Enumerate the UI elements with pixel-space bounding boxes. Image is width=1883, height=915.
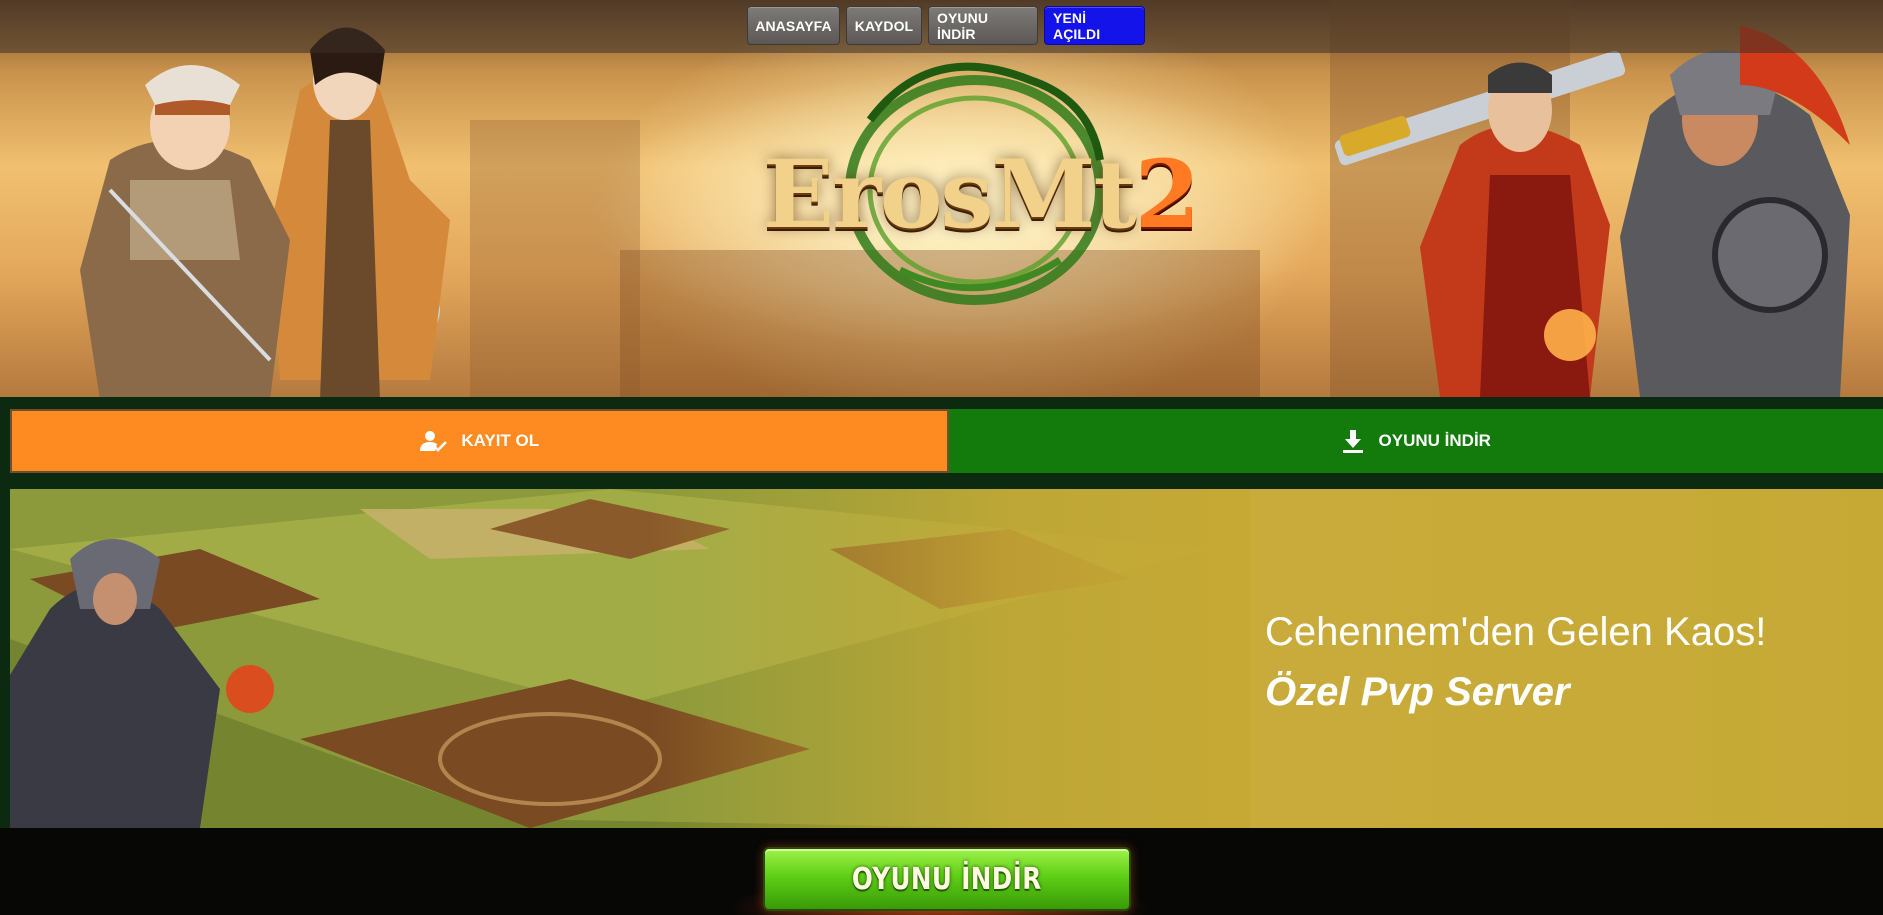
left-characters-illustration — [80, 27, 450, 397]
site-logo[interactable]: ErosMt2 — [700, 40, 1260, 310]
download-button[interactable]: OYUNU İNDİR — [948, 409, 1883, 473]
download-icon — [1342, 430, 1363, 453]
big-download-label: OYUNU İNDİR — [852, 861, 1042, 897]
promo-banner: Cehennem'den Gelen Kaos! Özel Pvp Server — [10, 489, 1883, 828]
register-label: KAYIT OL — [461, 431, 540, 450]
logo-wordmark: ErosMt2 — [762, 140, 1201, 250]
banner-subtitle: Özel Pvp Server — [1265, 670, 1570, 714]
right-characters-illustration — [1334, 25, 1850, 397]
footer-download-strip: OYUNU İNDİR — [0, 828, 1883, 915]
register-button[interactable]: KAYIT OL — [10, 409, 949, 473]
banner-fade — [650, 489, 1250, 828]
big-download-button[interactable]: OYUNU İNDİR — [763, 847, 1131, 911]
hero-header: ANASAYFA KAYDOL OYUNU İNDİR YENİ AÇILDI … — [0, 0, 1883, 397]
user-check-icon — [420, 431, 448, 452]
banner-title: Cehennem'den Gelen Kaos! — [1265, 610, 1767, 654]
action-bar: KAYIT OL OYUNU İNDİR — [10, 409, 1883, 473]
download-label: OYUNU İNDİR — [1378, 431, 1491, 450]
